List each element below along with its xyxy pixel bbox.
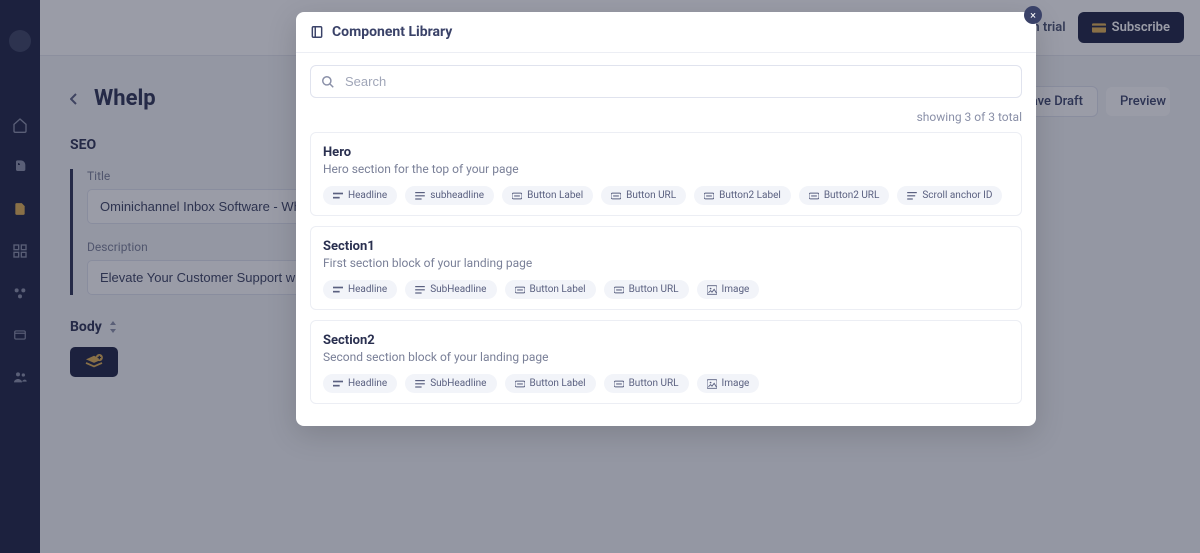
param-label: Button URL — [629, 284, 679, 295]
anchor-icon — [907, 191, 917, 201]
param-chip: Button URL — [601, 186, 686, 205]
param-label: Button URL — [629, 378, 679, 389]
button-icon — [512, 191, 522, 201]
param-chip: Headline — [323, 280, 397, 299]
component-name: Section1 — [323, 239, 1009, 254]
param-row: Headline subheadline Button Label Button UR… — [323, 186, 1009, 205]
close-button[interactable]: × — [1024, 6, 1042, 24]
param-label: Image — [722, 378, 750, 389]
image-icon — [707, 285, 717, 295]
param-chip: Image — [697, 374, 760, 393]
param-label: Button Label — [527, 190, 583, 201]
subtext-icon — [415, 191, 425, 201]
param-label: SubHeadline — [430, 378, 486, 389]
button-icon — [704, 191, 714, 201]
param-chip: SubHeadline — [405, 374, 496, 393]
param-label: Button2 URL — [824, 190, 880, 201]
image-icon — [707, 379, 717, 389]
param-label: subheadline — [430, 190, 484, 201]
param-label: Button Label — [530, 284, 586, 295]
param-label: Scroll anchor ID — [922, 190, 992, 201]
param-chip: Button2 URL — [799, 186, 890, 205]
param-label: Button2 Label — [719, 190, 781, 201]
text-icon — [333, 191, 343, 201]
param-chip: Button URL — [604, 374, 689, 393]
param-label: Button URL — [626, 190, 676, 201]
link-icon — [614, 379, 624, 389]
library-icon — [310, 25, 324, 39]
component-description: Second section block of your landing pag… — [323, 350, 1009, 364]
param-row: Headline SubHeadline Button Label Button UR… — [323, 280, 1009, 299]
link-icon — [809, 191, 819, 201]
text-icon — [333, 285, 343, 295]
link-icon — [611, 191, 621, 201]
component-card[interactable]: Section2 Second section block of your lan… — [310, 320, 1022, 404]
search-icon — [321, 75, 335, 89]
param-label: Image — [722, 284, 750, 295]
component-description: First section block of your landing page — [323, 256, 1009, 270]
param-label: Button Label — [530, 378, 586, 389]
component-card[interactable]: Hero Hero section for the top of your pag… — [310, 132, 1022, 216]
param-label: SubHeadline — [430, 284, 486, 295]
param-chip: Headline — [323, 374, 397, 393]
modal-title: Component Library — [332, 24, 452, 40]
button-icon — [515, 379, 525, 389]
modal-search — [310, 65, 1022, 98]
param-label: Headline — [348, 190, 387, 201]
param-chip: Headline — [323, 186, 397, 205]
button-icon — [515, 285, 525, 295]
subtext-icon — [415, 285, 425, 295]
param-chip: Scroll anchor ID — [897, 186, 1002, 205]
param-chip: Button Label — [505, 280, 596, 299]
link-icon — [614, 285, 624, 295]
param-chip: Image — [697, 280, 760, 299]
param-chip: SubHeadline — [405, 280, 496, 299]
component-name: Section2 — [323, 333, 1009, 348]
component-library-modal: × Component Library showing 3 of 3 total… — [296, 12, 1036, 426]
param-chip: Button Label — [505, 374, 596, 393]
component-card[interactable]: Section1 First section block of your land… — [310, 226, 1022, 310]
text-icon — [333, 379, 343, 389]
subtext-icon — [415, 379, 425, 389]
param-label: Headline — [348, 378, 387, 389]
param-chip: Button Label — [502, 186, 593, 205]
showing-text: showing 3 of 3 total — [296, 110, 1036, 132]
param-label: Headline — [348, 284, 387, 295]
search-input[interactable] — [345, 74, 1011, 89]
param-row: Headline SubHeadline Button Label Button UR… — [323, 374, 1009, 393]
param-chip: subheadline — [405, 186, 494, 205]
param-chip: Button2 Label — [694, 186, 791, 205]
modal-header: Component Library — [296, 12, 1036, 53]
component-description: Hero section for the top of your page — [323, 162, 1009, 176]
component-name: Hero — [323, 145, 1009, 160]
param-chip: Button URL — [604, 280, 689, 299]
